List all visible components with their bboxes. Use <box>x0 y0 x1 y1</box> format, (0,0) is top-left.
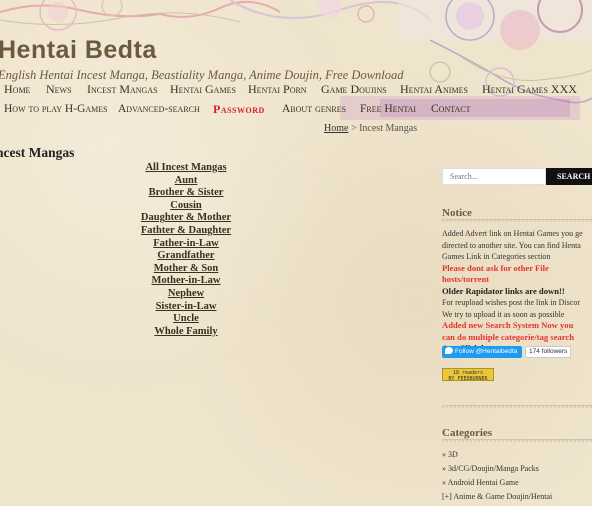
sidebar-category-link[interactable]: 3D <box>448 450 458 459</box>
divider <box>442 439 592 442</box>
expand-toggle[interactable]: [+] <box>442 492 452 501</box>
nav-contact[interactable]: Contact <box>431 103 470 115</box>
list-item: Whole Family <box>126 326 246 339</box>
notice-line: For reupload wishes post the link in Dis… <box>442 298 580 307</box>
category-link[interactable]: Brother & Sister <box>149 187 224 198</box>
list-item: Father-in-Law <box>126 238 246 251</box>
breadcrumb: Home > Incest Mangas <box>324 123 417 134</box>
nav-password[interactable]: Password <box>213 102 265 117</box>
notice-warning: hosts/torrent <box>442 274 490 284</box>
notice-line: Games Link in Categories section <box>442 252 551 261</box>
notice-text: Added Advert link on Hentai Games you ge… <box>442 228 592 355</box>
list-item: Daughter & Mother <box>126 212 246 225</box>
nav-free-hentai[interactable]: Free Hentai <box>360 103 416 115</box>
divider <box>442 219 592 222</box>
nav-incest-mangas[interactable]: Incest Mangas <box>87 82 158 97</box>
nav-hentai-games-xxx[interactable]: Hentai Games XXX <box>482 82 577 97</box>
nav-advanced-search[interactable]: Advanced-search <box>118 103 200 115</box>
divider <box>442 405 592 408</box>
nav-how-to-play[interactable]: How to play H-Games <box>4 103 108 115</box>
notice-warning: Please dont ask for other File <box>442 262 549 273</box>
list-item: Aunt <box>126 175 246 188</box>
sidebar-category-list: » 3D » 3d/CG/Doujin/Manga Packs » Androi… <box>442 448 552 504</box>
category-link[interactable]: Mother-in-Law <box>151 275 220 286</box>
category-link[interactable]: Cousin <box>170 200 202 211</box>
sidebar-category-link[interactable]: Anime & Game Doujin/Hentai <box>453 492 552 501</box>
list-item: [+] Anime & Game Doujin/Hentai <box>442 490 552 504</box>
nav-news[interactable]: News <box>46 82 72 97</box>
search-button[interactable]: SEARCH <box>546 168 592 185</box>
twitter-follow-label: Follow @Hentaibedta <box>455 348 518 355</box>
list-item: Fathter & Daughter <box>126 225 246 238</box>
category-link[interactable]: Grandfather <box>157 250 214 261</box>
incest-category-list: All Incest Mangas Aunt Brother & Sister … <box>126 162 246 338</box>
list-item: Nephew <box>126 288 246 301</box>
list-item: » 3D <box>442 448 552 462</box>
breadcrumb-home-link[interactable]: Home <box>324 123 348 134</box>
category-link[interactable]: Uncle <box>173 313 199 324</box>
sidebar-category-link[interactable]: 3d/CG/Doujin/Manga Packs <box>448 464 539 473</box>
sidebar-category-link[interactable]: Android Hentai Game <box>448 478 519 487</box>
twitter-follower-count[interactable]: 174 followers <box>525 346 572 358</box>
list-item: Uncle <box>126 313 246 326</box>
feedburner-badge[interactable]: 18 readers BY FEEDBURNER <box>442 368 494 382</box>
nav-hentai-animes[interactable]: Hentai Animes <box>400 82 468 97</box>
nav-game-doujins[interactable]: Game Doujins <box>321 82 387 97</box>
category-link[interactable]: Fathter & Daughter <box>141 225 231 236</box>
feedburner-by: BY FEEDBURNER <box>448 376 488 382</box>
list-item: » 3d/CG/Doujin/Manga Packs <box>442 462 552 476</box>
notice-title: Notice <box>442 207 472 219</box>
category-link[interactable]: Sister-in-Law <box>156 301 217 312</box>
twitter-bird-icon <box>445 347 453 354</box>
category-link[interactable]: Whole Family <box>154 326 217 337</box>
breadcrumb-separator: > <box>350 123 357 134</box>
bullet: » <box>442 450 446 459</box>
bullet: » <box>442 478 446 487</box>
site-title[interactable]: Hentai Bedta <box>0 36 157 65</box>
category-link[interactable]: Aunt <box>175 175 198 186</box>
category-link[interactable]: All Incest Mangas <box>145 162 226 173</box>
category-link[interactable]: Mother & Son <box>154 263 219 274</box>
list-item: Grandfather <box>126 250 246 263</box>
list-item: All Incest Mangas <box>126 162 246 175</box>
notice-announcement: Added new Search System Now you <box>442 320 574 330</box>
site-tagline: English Hentai Incest Manga, Beastiality… <box>0 68 404 82</box>
nav-hentai-porn[interactable]: Hentai Porn <box>248 82 307 97</box>
list-item: Brother & Sister <box>126 187 246 200</box>
page-title: ncest Mangas <box>0 145 75 160</box>
category-link[interactable]: Nephew <box>168 288 204 299</box>
notice-announcement: can do multiple categorie/tag search <box>442 331 575 342</box>
notice-line: directed to another site. You can find H… <box>442 240 581 250</box>
category-link[interactable]: Daughter & Mother <box>141 212 231 223</box>
list-item: Mother-in-Law <box>126 275 246 288</box>
breadcrumb-current: Incest Mangas <box>359 123 418 134</box>
list-item: Cousin <box>126 200 246 213</box>
bullet: » <box>442 464 446 473</box>
twitter-follow-button[interactable]: Follow @Hentaibedta <box>442 346 522 358</box>
categories-title: Categories <box>442 427 493 439</box>
list-item: Sister-in-Law <box>126 301 246 314</box>
notice-line: We try to upload it as soon as possible <box>442 309 565 319</box>
notice-line: Added Advert link on Hentai Games you ge <box>442 229 583 238</box>
list-item: » Android Hentai Game <box>442 476 552 490</box>
nav-home[interactable]: Home <box>4 82 30 97</box>
list-item: Mother & Son <box>126 263 246 276</box>
search-input[interactable] <box>442 168 546 185</box>
nav-hentai-games[interactable]: Hentai Games <box>170 82 236 97</box>
nav-about-genres[interactable]: About genres <box>282 103 346 115</box>
category-link[interactable]: Father-in-Law <box>153 238 219 249</box>
notice-alert: Older Rapidator links are down!! <box>442 285 565 296</box>
